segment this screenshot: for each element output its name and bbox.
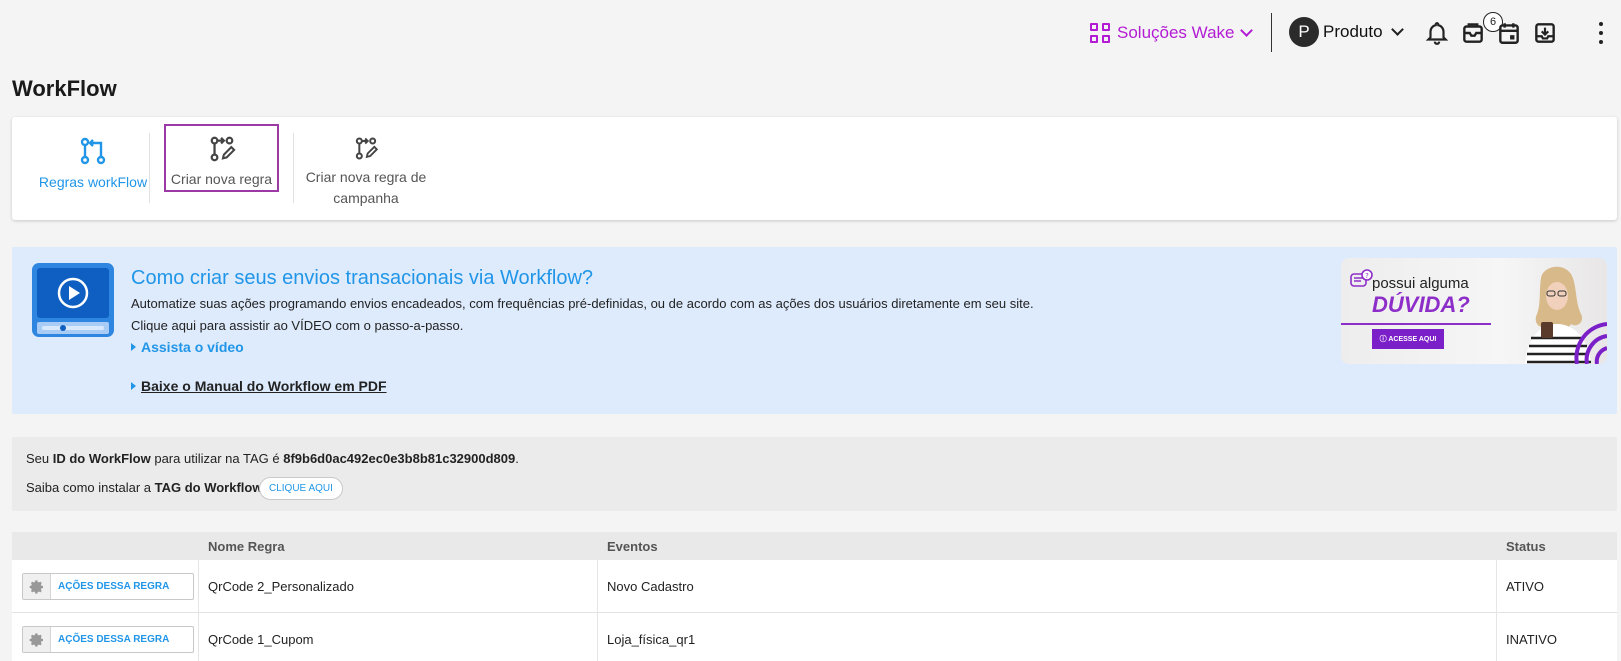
download-manual-link[interactable]: Baixe o Manual do Workflow em PDF <box>131 378 387 394</box>
header-status: Status <box>1506 539 1546 554</box>
install-tag-line: Saiba como instalar a TAG do Workflow <box>26 480 262 495</box>
install-tag-text: TAG do Workflow <box>154 480 263 495</box>
tab-regras-workflow[interactable]: Regras workFlow <box>22 127 164 209</box>
workflow-id-line: Seu ID do WorkFlow para utilizar na TAG … <box>26 451 519 466</box>
solucoes-wake-label: Soluções Wake <box>1117 23 1235 42</box>
top-bar: Soluções Wake P Produto 6 <box>0 0 1621 64</box>
page-title: WorkFlow <box>12 76 117 101</box>
rule-event: Novo Cadastro <box>607 579 694 594</box>
chevron-down-icon <box>1240 24 1254 37</box>
help-banner: Como criar seus envios transacionais via… <box>12 247 1617 414</box>
rules-table: Nome Regra Eventos Status AÇÕES DESSA RE… <box>12 532 1617 661</box>
avatar: P <box>1289 17 1319 47</box>
id-label-text: ID do WorkFlow <box>52 451 151 466</box>
rule-actions-button[interactable]: AÇÕES DESSA REGRA <box>22 573 194 600</box>
header-eventos: Eventos <box>607 539 658 554</box>
product-menu[interactable]: P Produto <box>1289 17 1404 47</box>
clique-aqui-button[interactable]: CLIQUE AQUI <box>259 477 343 500</box>
rule-actions-label: AÇÕES DESSA REGRA <box>58 581 170 592</box>
tab-label: Criar nova regra de campanha <box>305 169 427 206</box>
bell-icon[interactable] <box>1424 20 1450 46</box>
watch-video-link[interactable]: Assista o vídeo <box>131 339 244 355</box>
table-row: AÇÕES DESSA REGRA QrCode 2_Personalizado… <box>12 560 1617 613</box>
tab-criar-nova-regra[interactable]: Criar nova regra <box>164 124 279 192</box>
tab-divider <box>149 133 150 203</box>
woman-photo-illustration <box>1525 266 1607 364</box>
rule-name: QrCode 1_Cupom <box>208 632 314 647</box>
calendar-icon[interactable] <box>1496 20 1522 46</box>
workflow-tabs: Regras workFlow Criar nova regra Criar n… <box>12 117 1617 220</box>
help-promo-banner[interactable]: ? possui alguma DÚVIDA? ⓘ ACESSE AQUI <box>1341 258 1607 364</box>
rule-name: QrCode 2_Personalizado <box>208 579 354 594</box>
product-label: Produto <box>1323 22 1383 41</box>
rule-status: ATIVO <box>1506 579 1545 594</box>
id-suffix-text: . <box>515 451 519 466</box>
tab-divider <box>293 133 294 203</box>
rule-actions-label: AÇÕES DESSA REGRA <box>58 634 170 645</box>
column-divider <box>1496 560 1497 613</box>
svg-text:?: ? <box>1365 272 1369 280</box>
table-header: Nome Regra Eventos Status <box>12 532 1617 560</box>
solucoes-wake-menu[interactable]: Soluções Wake <box>1090 20 1254 46</box>
id-prefix-text: Seu <box>26 451 53 466</box>
workflow-id-value: 8f9b6d0ac492ec0e3b8b81c32900d809 <box>283 451 516 466</box>
workflow-id-box: Seu ID do WorkFlow para utilizar na TAG … <box>12 437 1617 511</box>
install-prefix-text: Saiba como instalar a <box>26 480 155 495</box>
column-divider <box>198 560 199 613</box>
gear-icon <box>23 627 51 652</box>
new-rule-icon <box>210 136 236 162</box>
promo-line1: possui alguma <box>1372 275 1469 292</box>
promo-line2: DÚVIDA? <box>1372 292 1470 317</box>
arrow-right-icon <box>131 343 136 351</box>
table-row: AÇÕES DESSA REGRA QrCode 1_Cupom Loja_fí… <box>12 613 1617 661</box>
promo-acesse-button[interactable]: ⓘ ACESSE AQUI <box>1372 329 1444 349</box>
divider <box>1271 13 1272 52</box>
tab-label: Regras workFlow <box>38 174 148 190</box>
workflow-rules-icon <box>80 137 106 165</box>
tab-criar-nova-regra-campanha[interactable]: Criar nova regra de campanha <box>302 127 430 209</box>
inbox-notifications-icon[interactable] <box>1460 20 1486 46</box>
download-manual-label: Baixe o Manual do Workflow em PDF <box>141 378 387 394</box>
rule-status: INATIVO <box>1506 632 1558 647</box>
video-player-icon <box>32 263 114 337</box>
column-divider <box>1496 613 1497 661</box>
gear-icon <box>23 574 51 599</box>
column-divider <box>597 560 598 613</box>
rule-event: Loja_física_qr1 <box>607 632 696 647</box>
new-campaign-rule-icon <box>355 137 379 160</box>
promo-underline <box>1341 323 1491 325</box>
header-nome-regra: Nome Regra <box>208 539 285 554</box>
rule-actions-button[interactable]: AÇÕES DESSA REGRA <box>22 626 194 653</box>
tab-label: Criar nova regra <box>170 171 273 187</box>
arrow-right-icon <box>131 382 136 390</box>
watch-video-label: Assista o vídeo <box>141 339 244 355</box>
column-divider <box>597 613 598 661</box>
banner-description: Automatize suas ações programando envios… <box>131 296 1034 311</box>
question-chat-icon: ? <box>1350 269 1373 287</box>
banner-title: Como criar seus envios transacionais via… <box>131 267 594 289</box>
more-options-icon[interactable] <box>1598 22 1604 44</box>
column-divider <box>198 613 199 661</box>
apps-grid-icon <box>1090 23 1110 43</box>
chevron-down-icon <box>1390 23 1404 36</box>
id-middle-text: para utilizar na TAG é <box>150 451 284 466</box>
download-archive-icon[interactable] <box>1532 20 1558 46</box>
banner-video-hint: Clique aqui para assistir ao VÍDEO com o… <box>131 318 464 333</box>
